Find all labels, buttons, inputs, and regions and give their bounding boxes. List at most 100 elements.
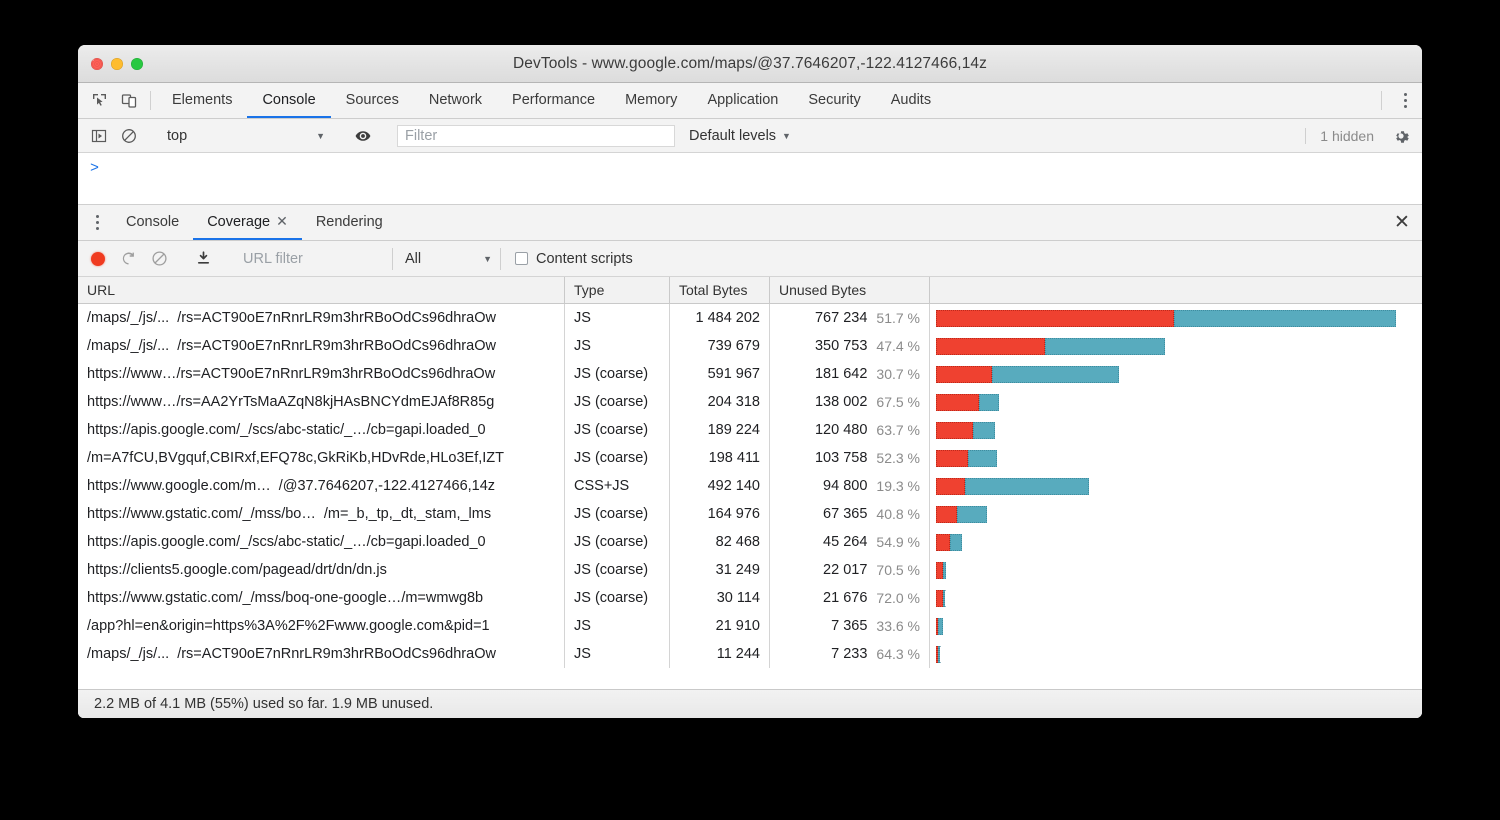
unused-bytes-value: 7 233	[831, 646, 867, 662]
cell-type: JS (coarse)	[565, 584, 670, 612]
console-sidebar-icon[interactable]	[84, 128, 114, 144]
console-filter-input[interactable]: Filter	[397, 125, 675, 147]
cell-type: JS (coarse)	[565, 444, 670, 472]
device-toolbar-icon[interactable]	[114, 83, 144, 118]
drawer-tab-label: Coverage	[207, 214, 270, 230]
cell-url[interactable]: /maps/_/js/.../rs=ACT90oE7nRnrLR9m3hrRBo…	[78, 640, 565, 668]
coverage-bar-unused	[936, 394, 979, 411]
content-scripts-toggle[interactable]: Content scripts	[500, 248, 633, 270]
log-levels-select[interactable]: Default levels ▼	[689, 128, 791, 144]
more-options-icon[interactable]	[1388, 83, 1422, 118]
cell-unused-bytes: 103 75852.3 %	[770, 444, 930, 472]
type-filter-select[interactable]: All ▼	[392, 248, 500, 270]
cell-total-bytes: 591 967	[670, 360, 770, 388]
tab-audits[interactable]: Audits	[876, 83, 946, 118]
table-row[interactable]: /maps/_/js/.../rs=ACT90oE7nRnrLR9m3hrRBo…	[78, 332, 1422, 360]
table-row[interactable]: https://www.google.com/m…/@37.7646207,-1…	[78, 472, 1422, 500]
cell-url[interactable]: /app?hl=en&origin=https%3A%2F%2Fwww.goog…	[78, 612, 565, 640]
record-stop-icon[interactable]	[83, 252, 113, 266]
table-row[interactable]: https://www…/rs=AA2YrTsMaAZqN8kjHAsBNCYd…	[78, 388, 1422, 416]
table-row[interactable]: https://apis.google.com/_/scs/abc-static…	[78, 528, 1422, 556]
cell-unused-bytes: 21 67672.0 %	[770, 584, 930, 612]
cell-url[interactable]: https://apis.google.com/_/scs/abc-static…	[78, 416, 565, 444]
table-row[interactable]: /maps/_/js/.../rs=ACT90oE7nRnrLR9m3hrRBo…	[78, 304, 1422, 332]
tab-elements[interactable]: Elements	[157, 83, 247, 118]
clear-all-icon[interactable]	[144, 250, 175, 267]
devtools-main-tabbar: Elements Console Sources Network Perform…	[78, 83, 1422, 119]
drawer-tab-rendering[interactable]: Rendering	[302, 205, 397, 240]
coverage-bar	[936, 338, 1165, 355]
tab-network[interactable]: Network	[414, 83, 497, 118]
close-coverage-tab-icon[interactable]: ✕	[276, 213, 288, 230]
live-expression-icon[interactable]	[346, 127, 380, 145]
cell-url[interactable]: https://www…/rs=ACT90oE7nRnrLR9m3hrRBoOd…	[78, 360, 565, 388]
column-header-type[interactable]: Type	[565, 277, 670, 303]
cell-url[interactable]: https://www…/rs=AA2YrTsMaAZqN8kjHAsBNCYd…	[78, 388, 565, 416]
table-row[interactable]: https://www.gstatic.com/_/mss/bo…/m=_b,_…	[78, 500, 1422, 528]
cell-total-bytes: 30 114	[670, 584, 770, 612]
window-title: DevTools - www.google.com/maps/@37.76462…	[78, 55, 1422, 73]
coverage-bar-used	[968, 450, 997, 467]
tab-application[interactable]: Application	[692, 83, 793, 118]
reload-and-record-icon[interactable]	[113, 250, 144, 267]
clear-console-icon[interactable]	[114, 128, 144, 144]
url-filter-placeholder: URL filter	[243, 251, 303, 267]
unused-percent: 33.6 %	[876, 618, 920, 634]
column-header-unused-bytes[interactable]: Unused Bytes	[770, 277, 930, 303]
table-row[interactable]: /app?hl=en&origin=https%3A%2F%2Fwww.goog…	[78, 612, 1422, 640]
cell-url[interactable]: https://clients5.google.com/pagead/drt/d…	[78, 556, 565, 584]
column-header-bar	[930, 277, 1422, 303]
chevron-down-icon: ▼	[782, 131, 791, 141]
url-filter-input[interactable]: URL filter	[232, 251, 390, 267]
tab-security[interactable]: Security	[793, 83, 875, 118]
cell-unused-bytes: 67 36540.8 %	[770, 500, 930, 528]
toolbar-divider	[1381, 91, 1382, 110]
close-drawer-icon[interactable]: ✕	[1382, 205, 1422, 240]
coverage-bar	[936, 450, 997, 467]
table-row[interactable]: https://clients5.google.com/pagead/drt/d…	[78, 556, 1422, 584]
coverage-bar-unused	[936, 450, 968, 467]
coverage-bar-used	[1174, 310, 1396, 327]
column-header-total-bytes[interactable]: Total Bytes	[670, 277, 770, 303]
coverage-bar	[936, 590, 945, 607]
export-download-icon[interactable]	[188, 250, 219, 267]
console-output-area[interactable]: >	[78, 153, 1422, 205]
cell-url[interactable]: https://www.google.com/m…/@37.7646207,-1…	[78, 472, 565, 500]
cell-url[interactable]: /maps/_/js/.../rs=ACT90oE7nRnrLR9m3hrRBo…	[78, 304, 565, 332]
tab-memory[interactable]: Memory	[610, 83, 692, 118]
cell-url[interactable]: https://apis.google.com/_/scs/abc-static…	[78, 528, 565, 556]
cell-url[interactable]: /m=A7fCU,BVgquf,CBIRxf,EFQ78c,GkRiKb,HDv…	[78, 444, 565, 472]
inspect-element-icon[interactable]	[84, 83, 114, 118]
table-row[interactable]: https://apis.google.com/_/scs/abc-static…	[78, 416, 1422, 444]
table-row[interactable]: https://www.gstatic.com/_/mss/boq-one-go…	[78, 584, 1422, 612]
coverage-summary-text: 2.2 MB of 4.1 MB (55%) used so far. 1.9 …	[94, 696, 433, 712]
drawer-tab-console[interactable]: Console	[112, 205, 193, 240]
tab-console[interactable]: Console	[247, 83, 330, 118]
url-prefix: https://www…	[87, 394, 176, 410]
unused-percent: 64.3 %	[876, 646, 920, 662]
column-header-url[interactable]: URL	[78, 277, 565, 303]
execution-context-select[interactable]: top ▼	[157, 128, 333, 144]
tab-sources[interactable]: Sources	[331, 83, 414, 118]
cell-url[interactable]: https://www.gstatic.com/_/mss/bo…/m=_b,_…	[78, 500, 565, 528]
url-suffix: /rs=ACT90oE7nRnrLR9m3hrRBoOdCs96dhraOw	[176, 366, 495, 382]
unused-percent: 52.3 %	[876, 450, 920, 466]
cell-type: JS (coarse)	[565, 388, 670, 416]
cell-url[interactable]: /maps/_/js/.../rs=ACT90oE7nRnrLR9m3hrRBo…	[78, 332, 565, 360]
cell-coverage-bar	[930, 332, 1422, 360]
drawer-tab-coverage[interactable]: Coverage ✕	[193, 205, 302, 240]
gear-icon[interactable]	[1386, 127, 1416, 145]
table-row[interactable]: /m=A7fCU,BVgquf,CBIRxf,EFQ78c,GkRiKb,HDv…	[78, 444, 1422, 472]
devtools-drawer: Console Coverage ✕ Rendering ✕	[78, 205, 1422, 718]
cell-url[interactable]: https://www.gstatic.com/_/mss/boq-one-go…	[78, 584, 565, 612]
tab-performance[interactable]: Performance	[497, 83, 610, 118]
coverage-bar-used	[943, 590, 946, 607]
table-row[interactable]: /maps/_/js/.../rs=ACT90oE7nRnrLR9m3hrRBo…	[78, 640, 1422, 668]
table-header-row: URL Type Total Bytes Unused Bytes	[78, 277, 1422, 304]
cell-total-bytes: 1 484 202	[670, 304, 770, 332]
content-scripts-checkbox[interactable]	[515, 252, 528, 265]
drawer-more-tabs-icon[interactable]	[82, 205, 112, 240]
table-row[interactable]: https://www…/rs=ACT90oE7nRnrLR9m3hrRBoOd…	[78, 360, 1422, 388]
cell-coverage-bar	[930, 612, 1422, 640]
hidden-messages-count[interactable]: 1 hidden	[1305, 128, 1386, 144]
